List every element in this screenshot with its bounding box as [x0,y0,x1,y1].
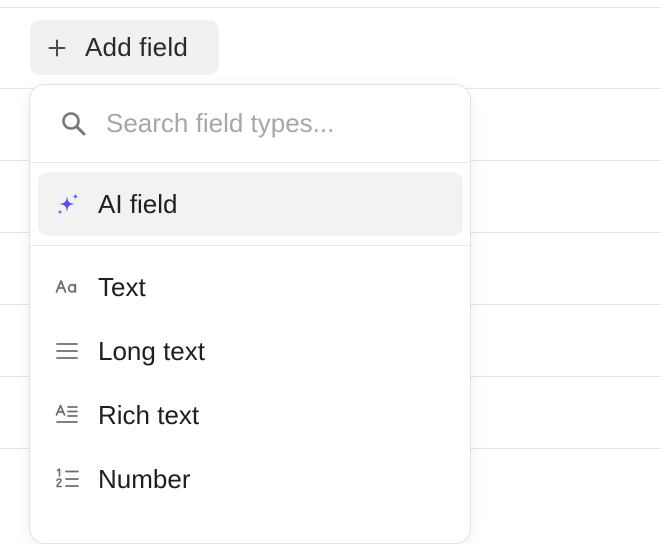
field-type-search [30,85,470,163]
number-list-icon [55,467,81,491]
field-type-menu: AI field Text Long text Rich [29,84,471,544]
menu-item-rich-text[interactable]: Rich text [38,386,463,444]
text-aa-icon [55,275,81,299]
add-field-label: Add field [85,32,188,62]
menu-item-label: AI field [98,188,178,219]
menu-item-long-text[interactable]: Long text [38,322,463,380]
menu-item-label: Long text [98,335,205,366]
menu-item-number[interactable]: Number [38,450,463,508]
search-icon [60,110,88,138]
menu-item-label: Number [98,463,191,494]
search-input[interactable] [106,103,436,143]
sparkle-icon [55,192,81,218]
add-field-button[interactable]: Add field [30,20,219,75]
menu-item-ai-field[interactable]: AI field [38,172,463,236]
menu-item-label: Text [98,271,146,302]
plus-icon [47,38,67,58]
menu-item-text[interactable]: Text [38,258,463,316]
rich-text-icon [55,403,81,427]
lines-icon [55,339,81,363]
menu-item-label: Rich text [98,399,200,430]
row-divider [0,7,661,8]
menu-divider [30,245,470,246]
